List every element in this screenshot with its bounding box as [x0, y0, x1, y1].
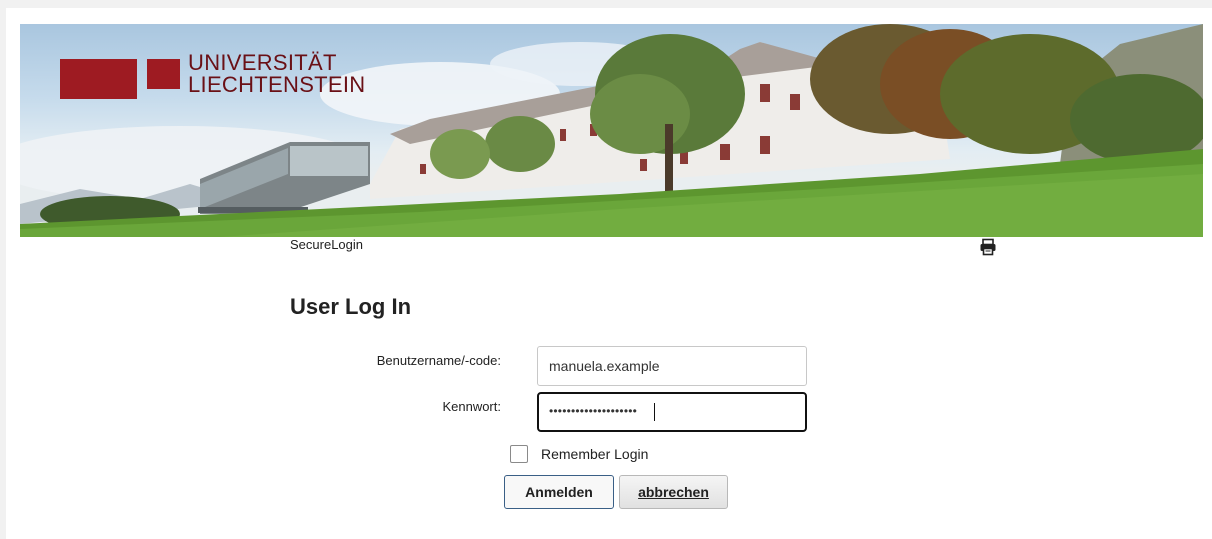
page: UNIVERSITÄT LIECHTENSTEIN SecureLogin Us…: [6, 8, 1212, 539]
cancel-button[interactable]: abbrechen: [619, 475, 728, 509]
logo-block-small: [147, 59, 180, 89]
username-field[interactable]: [537, 346, 807, 386]
remember-label: Remember Login: [541, 446, 649, 462]
login-button[interactable]: Anmelden: [504, 475, 614, 509]
logo-line-1: UNIVERSITÄT: [188, 50, 337, 75]
page-title: User Log In: [290, 294, 412, 319]
password-mask: ••••••••••••••••••••: [549, 404, 638, 418]
text-cursor: [654, 403, 655, 421]
password-label: Kennwort:: [442, 399, 501, 414]
username-label: Benutzername/-code:: [376, 353, 501, 368]
logo-line-2: LIECHTENSTEIN: [188, 72, 366, 97]
password-field[interactable]: ••••••••••••••••••••: [537, 392, 807, 432]
header-banner: UNIVERSITÄT LIECHTENSTEIN: [20, 24, 1203, 237]
printer-icon[interactable]: [979, 238, 997, 256]
logo-block-large: [60, 59, 137, 99]
logo-text: UNIVERSITÄT LIECHTENSTEIN: [188, 52, 408, 96]
breadcrumb: SecureLogin: [290, 237, 363, 252]
remember-checkbox[interactable]: [510, 445, 528, 463]
